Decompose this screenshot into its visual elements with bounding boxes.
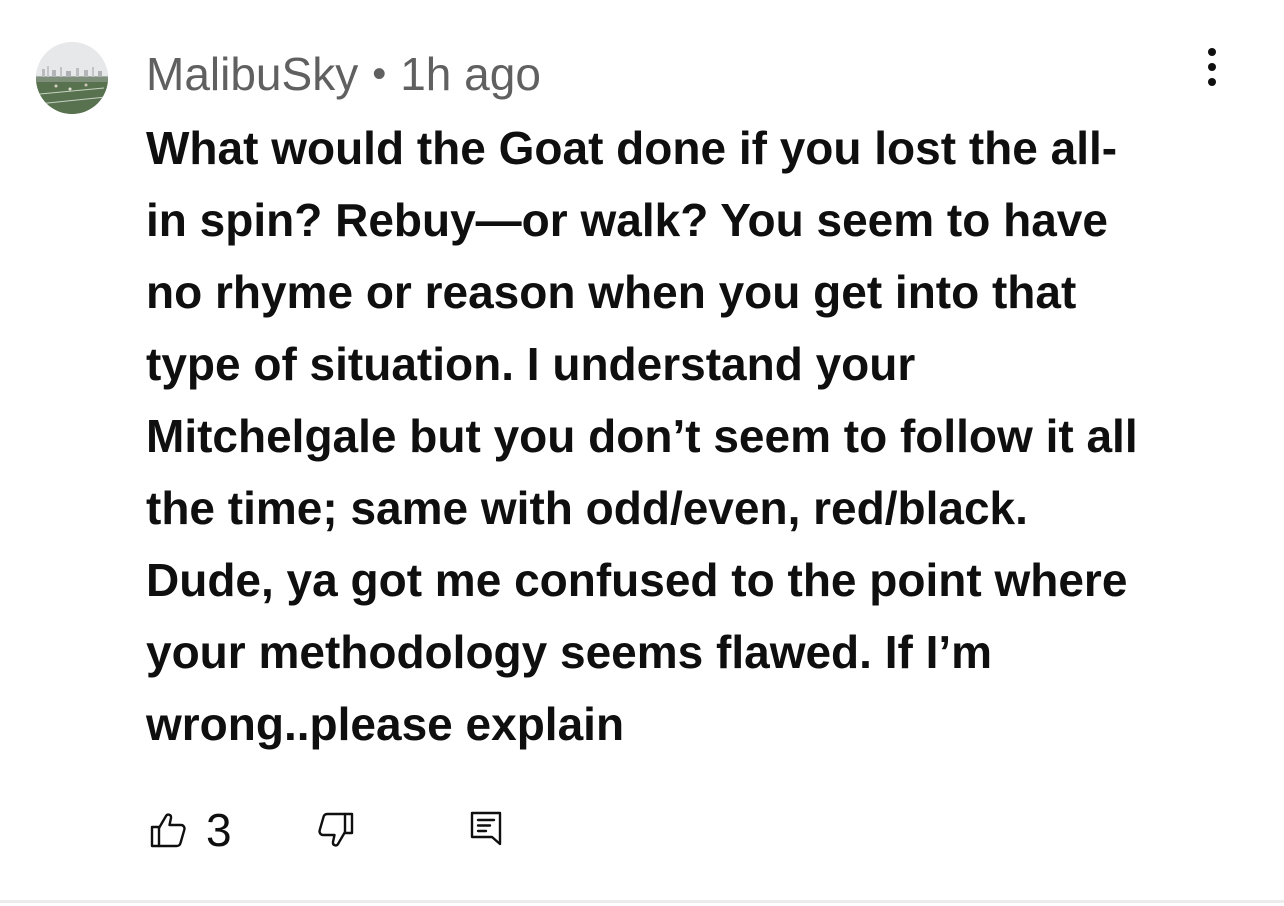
comment-text-line: your methodology seems flawed. If I’m <box>146 626 993 678</box>
comment-text-line: What would the Goat done if you lost the… <box>146 122 1118 174</box>
comment-text: What would the Goat done if you lost the… <box>146 112 1256 760</box>
comment-text-line: Dude, ya got me confused to the point wh… <box>146 554 1128 606</box>
author-name[interactable]: MalibuSky <box>146 47 358 101</box>
comment-text-line: Mitchelgale but you don’t seem to follow… <box>146 410 1138 462</box>
kebab-dot <box>1208 78 1216 86</box>
comment-actions: 3 <box>146 800 566 860</box>
comment-text-line: no rhyme or reason when you get into tha… <box>146 266 1077 318</box>
comment-text-line: in spin? Rebuy—or walk? You seem to have <box>146 194 1108 246</box>
kebab-dot <box>1208 63 1216 71</box>
thumbs-down-icon <box>318 812 354 847</box>
kebab-dot <box>1208 48 1216 56</box>
thumbs-up-icon <box>150 813 186 848</box>
avatar-image <box>36 42 108 114</box>
avatar[interactable] <box>36 42 108 114</box>
comment-text-line: type of situation. I understand your <box>146 338 916 390</box>
comment-meta: MalibuSky • 1h ago <box>146 46 541 102</box>
like-button[interactable] <box>146 806 190 854</box>
comment-card: MalibuSky • 1h ago What would the Goat d… <box>0 0 1284 903</box>
reply-button[interactable] <box>464 806 508 854</box>
meta-separator: • <box>372 51 387 96</box>
dislike-button[interactable] <box>314 806 358 854</box>
comment-divider <box>0 900 1284 903</box>
reply-comment-icon <box>470 811 502 846</box>
kebab-menu-icon[interactable] <box>1194 44 1230 90</box>
like-count: 3 <box>206 804 232 856</box>
comment-text-line: the time; same with odd/even, red/black. <box>146 482 1028 534</box>
comment-timestamp[interactable]: 1h ago <box>400 47 541 101</box>
comment-text-line: wrong..please explain <box>146 698 625 750</box>
